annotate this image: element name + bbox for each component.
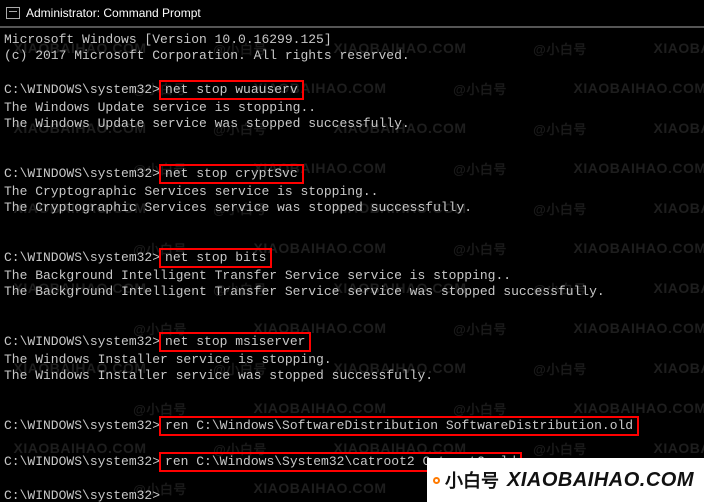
prompt: C:\WINDOWS\system32> bbox=[4, 250, 160, 265]
output-line: Microsoft Windows [Version 10.0.16299.12… bbox=[4, 32, 332, 47]
prompt: C:\WINDOWS\system32> bbox=[4, 488, 160, 502]
output-line: The Background Intelligent Transfer Serv… bbox=[4, 268, 511, 283]
command-highlight: net stop msiserver bbox=[159, 332, 311, 352]
brand-cn-text: 小白号 bbox=[445, 467, 499, 493]
prompt: C:\WINDOWS\system32> bbox=[4, 334, 160, 349]
output-line: The Background Intelligent Transfer Serv… bbox=[4, 284, 605, 299]
window-titlebar[interactable]: Administrator: Command Prompt bbox=[0, 0, 704, 28]
window-title: Administrator: Command Prompt bbox=[26, 6, 201, 20]
prompt: C:\WINDOWS\system32> bbox=[4, 166, 160, 181]
command-highlight: net stop bits bbox=[159, 248, 272, 268]
command-highlight: net stop cryptSvc bbox=[159, 164, 304, 184]
brand-cn: 小白号 bbox=[433, 467, 499, 493]
prompt: C:\WINDOWS\system32> bbox=[4, 454, 160, 469]
prompt: C:\WINDOWS\system32> bbox=[4, 82, 160, 97]
brand-url: XIAOBAIHAO.COM bbox=[507, 469, 694, 492]
output-line: (c) 2017 Microsoft Corporation. All righ… bbox=[4, 48, 410, 63]
brand-badge: 小白号 XIAOBAIHAO.COM bbox=[427, 458, 704, 502]
brand-bullet-icon bbox=[433, 477, 440, 484]
output-line: The Windows Installer service was stoppe… bbox=[4, 368, 433, 383]
output-line: The Cryptographic Services service was s… bbox=[4, 200, 472, 215]
output-line: The Cryptographic Services service is st… bbox=[4, 184, 378, 199]
output-line: The Windows Update service was stopped s… bbox=[4, 116, 410, 131]
command-highlight: net stop wuauserv bbox=[159, 80, 304, 100]
output-line: The Windows Installer service is stoppin… bbox=[4, 352, 332, 367]
command-highlight: ren C:\Windows\SoftwareDistribution Soft… bbox=[159, 416, 639, 436]
prompt: C:\WINDOWS\system32> bbox=[4, 418, 160, 433]
cmd-icon bbox=[6, 7, 20, 19]
output-line: The Windows Update service is stopping.. bbox=[4, 100, 316, 115]
terminal-output[interactable]: Microsoft Windows [Version 10.0.16299.12… bbox=[0, 28, 704, 502]
